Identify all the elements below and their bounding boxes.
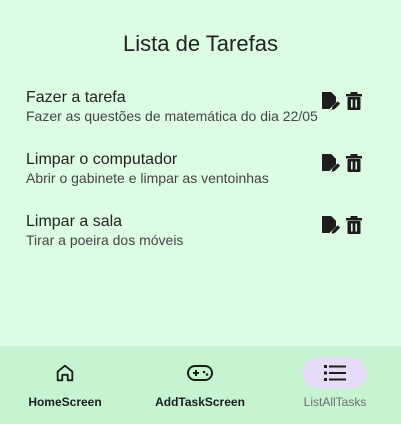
nav-indicator [168, 357, 232, 389]
edit-task-button[interactable] [320, 214, 340, 236]
trash-icon [346, 216, 362, 234]
nav-item-list-all[interactable]: ListAllTasks [270, 346, 400, 424]
list-icon [324, 365, 346, 381]
gamepad-icon [187, 365, 213, 381]
delete-task-button[interactable] [344, 214, 364, 236]
nav-indicator [33, 357, 97, 389]
task-description: Abrir o gabinete e limpar as ventoinhas [26, 170, 269, 186]
delete-task-button[interactable] [344, 90, 364, 112]
bottom-navigation-bar: HomeScreen AddTaskScreen ListAllTasks [0, 346, 401, 424]
edit-task-button[interactable] [320, 152, 340, 174]
nav-label-home: HomeScreen [28, 395, 102, 409]
task-item: Limpar o computador Abrir o gabinete e l… [26, 151, 376, 191]
task-actions [320, 90, 364, 112]
edit-note-icon [322, 92, 340, 110]
edit-note-icon [322, 216, 340, 234]
nav-label-add-task: AddTaskScreen [155, 395, 245, 409]
task-item: Limpar a sala Tirar a poeira dos móveis [26, 213, 376, 253]
task-title: Limpar a sala [26, 213, 123, 230]
nav-item-home[interactable]: HomeScreen [0, 346, 130, 424]
task-description: Fazer as questões de matemática do dia 2… [26, 108, 318, 124]
page-title: Lista de Tarefas [123, 31, 278, 56]
task-title: Limpar o computador [26, 151, 178, 168]
nav-item-add-task[interactable]: AddTaskScreen [135, 346, 265, 424]
task-description: Tirar a poeira dos móveis [26, 232, 184, 248]
nav-label-list-all: ListAllTasks [303, 395, 367, 409]
trash-icon [346, 92, 362, 110]
edit-task-button[interactable] [320, 90, 340, 112]
task-item: Fazer a tarefa Fazer as questões de mate… [26, 89, 376, 129]
edit-note-icon [322, 154, 340, 172]
task-title: Fazer a tarefa [26, 89, 126, 106]
delete-task-button[interactable] [344, 152, 364, 174]
nav-indicator-selected [303, 357, 367, 389]
trash-icon [346, 154, 362, 172]
task-actions [320, 152, 364, 174]
home-icon [56, 364, 74, 382]
task-actions [320, 214, 364, 236]
